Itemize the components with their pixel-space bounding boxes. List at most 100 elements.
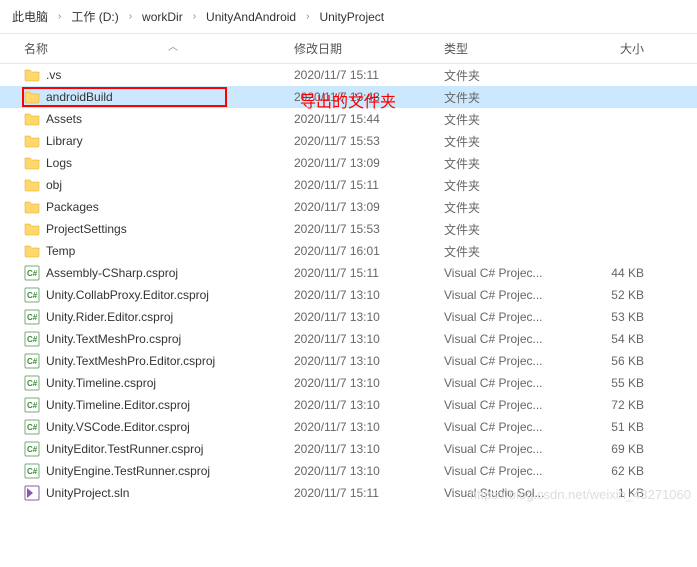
file-name: androidBuild: [46, 90, 294, 104]
csproj-icon: C#: [24, 397, 40, 413]
file-date: 2020/11/7 13:10: [294, 376, 444, 390]
file-row[interactable]: Temp2020/11/7 16:01文件夹: [0, 240, 697, 262]
file-name: Packages: [46, 200, 294, 214]
file-row[interactable]: Packages2020/11/7 13:09文件夹: [0, 196, 697, 218]
file-date: 2020/11/7 13:10: [294, 332, 444, 346]
column-header-size[interactable]: 大小: [584, 40, 664, 57]
file-row[interactable]: C#UnityEngine.TestRunner.csproj2020/11/7…: [0, 460, 697, 482]
chevron-right-icon: ›: [193, 11, 196, 22]
file-size: 53 KB: [584, 310, 664, 324]
file-type: Visual C# Projec...: [444, 398, 584, 412]
file-type: Visual C# Projec...: [444, 310, 584, 324]
folder-icon: [24, 221, 40, 237]
sort-indicator-icon: ︿: [168, 38, 178, 53]
file-date: 2020/11/7 13:10: [294, 442, 444, 456]
breadcrumb-item[interactable]: UnityAndAndroid: [206, 10, 296, 24]
column-header-type[interactable]: 类型: [444, 40, 584, 57]
file-date: 2020/11/7 15:11: [294, 486, 444, 500]
folder-icon: [24, 243, 40, 259]
svg-text:C#: C#: [27, 335, 38, 344]
csproj-icon: C#: [24, 331, 40, 347]
file-date: 2020/11/7 13:43: [294, 90, 444, 104]
column-header-name[interactable]: 名称: [24, 40, 294, 57]
file-size: 54 KB: [584, 332, 664, 346]
file-type: Visual C# Projec...: [444, 266, 584, 280]
file-name: Unity.Timeline.csproj: [46, 376, 294, 390]
folder-icon: [24, 89, 40, 105]
file-name: Unity.Timeline.Editor.csproj: [46, 398, 294, 412]
folder-icon: [24, 67, 40, 83]
file-size: 56 KB: [584, 354, 664, 368]
chevron-right-icon: ›: [306, 11, 309, 22]
column-header-date[interactable]: 修改日期: [294, 40, 444, 57]
file-type: Visual C# Projec...: [444, 420, 584, 434]
file-date: 2020/11/7 15:53: [294, 134, 444, 148]
csproj-icon: C#: [24, 287, 40, 303]
file-row[interactable]: C#Unity.TextMeshPro.Editor.csproj2020/11…: [0, 350, 697, 372]
file-list: 导出的文件夹 https://blog.csdn.net/weixin_4327…: [0, 64, 697, 504]
breadcrumb-item[interactable]: 此电脑: [12, 8, 48, 25]
file-name: Unity.CollabProxy.Editor.csproj: [46, 288, 294, 302]
file-type: 文件夹: [444, 89, 584, 106]
column-header-row: 名称 ︿ 修改日期 类型 大小: [0, 34, 697, 64]
file-type: 文件夹: [444, 155, 584, 172]
file-type: 文件夹: [444, 133, 584, 150]
svg-text:C#: C#: [27, 445, 38, 454]
folder-icon: [24, 199, 40, 215]
chevron-right-icon: ›: [129, 11, 132, 22]
csproj-icon: C#: [24, 265, 40, 281]
svg-text:C#: C#: [27, 357, 38, 366]
file-name: Logs: [46, 156, 294, 170]
chevron-right-icon: ›: [58, 11, 61, 22]
file-date: 2020/11/7 13:10: [294, 354, 444, 368]
file-name: Assembly-CSharp.csproj: [46, 266, 294, 280]
folder-icon: [24, 133, 40, 149]
csproj-icon: C#: [24, 353, 40, 369]
file-size: 72 KB: [584, 398, 664, 412]
file-row[interactable]: Library2020/11/7 15:53文件夹: [0, 130, 697, 152]
file-row[interactable]: ProjectSettings2020/11/7 15:53文件夹: [0, 218, 697, 240]
csproj-icon: C#: [24, 441, 40, 457]
svg-text:C#: C#: [27, 291, 38, 300]
file-row[interactable]: C# Assembly-CSharp.csproj2020/11/7 15:11V…: [0, 262, 697, 284]
file-size: 51 KB: [584, 420, 664, 434]
file-date: 2020/11/7 15:53: [294, 222, 444, 236]
file-row[interactable]: Logs2020/11/7 13:09文件夹: [0, 152, 697, 174]
file-row[interactable]: C#Unity.Timeline.csproj2020/11/7 13:10Vi…: [0, 372, 697, 394]
file-type: 文件夹: [444, 221, 584, 238]
file-row[interactable]: C#Unity.TextMeshPro.csproj2020/11/7 13:1…: [0, 328, 697, 350]
breadcrumb-item[interactable]: 工作 (D:): [71, 8, 118, 25]
file-row[interactable]: androidBuild2020/11/7 13:43文件夹: [0, 86, 697, 108]
breadcrumb[interactable]: 此电脑 › 工作 (D:) › workDir › UnityAndAndroid › Unit…: [0, 0, 697, 34]
sln-icon: [24, 485, 40, 501]
breadcrumb-item[interactable]: workDir: [142, 10, 183, 24]
file-type: 文件夹: [444, 67, 584, 84]
file-date: 2020/11/7 13:09: [294, 200, 444, 214]
file-row[interactable]: C#Unity.Rider.Editor.csproj2020/11/7 13:…: [0, 306, 697, 328]
file-row[interactable]: C# Unity.CollabProxy.Editor.csproj2020/11…: [0, 284, 697, 306]
file-name: Library: [46, 134, 294, 148]
file-date: 2020/11/7 15:11: [294, 178, 444, 192]
folder-icon: [24, 177, 40, 193]
svg-text:C#: C#: [27, 379, 38, 388]
file-name: UnityProject.sln: [46, 486, 294, 500]
file-date: 2020/11/7 15:11: [294, 266, 444, 280]
file-date: 2020/11/7 13:10: [294, 398, 444, 412]
svg-text:C#: C#: [27, 401, 38, 410]
file-row[interactable]: Assets2020/11/7 15:44文件夹: [0, 108, 697, 130]
file-date: 2020/11/7 13:09: [294, 156, 444, 170]
file-row[interactable]: .vs2020/11/7 15:11文件夹: [0, 64, 697, 86]
breadcrumb-item[interactable]: UnityProject: [319, 10, 384, 24]
file-row[interactable]: C#UnityEditor.TestRunner.csproj2020/11/7…: [0, 438, 697, 460]
file-date: 2020/11/7 13:10: [294, 310, 444, 324]
folder-icon: [24, 155, 40, 171]
file-row[interactable]: C# Unity.Timeline.Editor.csproj2020/11/7 …: [0, 394, 697, 416]
file-type: Visual C# Projec...: [444, 354, 584, 368]
file-name: Unity.VSCode.Editor.csproj: [46, 420, 294, 434]
watermark: https://blog.csdn.net/weixin_43271060: [470, 487, 691, 502]
file-name: obj: [46, 178, 294, 192]
file-row[interactable]: C#Unity.VSCode.Editor.csproj2020/11/7 13…: [0, 416, 697, 438]
file-date: 2020/11/7 13:10: [294, 288, 444, 302]
csproj-icon: C#: [24, 419, 40, 435]
file-row[interactable]: obj2020/11/7 15:11文件夹: [0, 174, 697, 196]
